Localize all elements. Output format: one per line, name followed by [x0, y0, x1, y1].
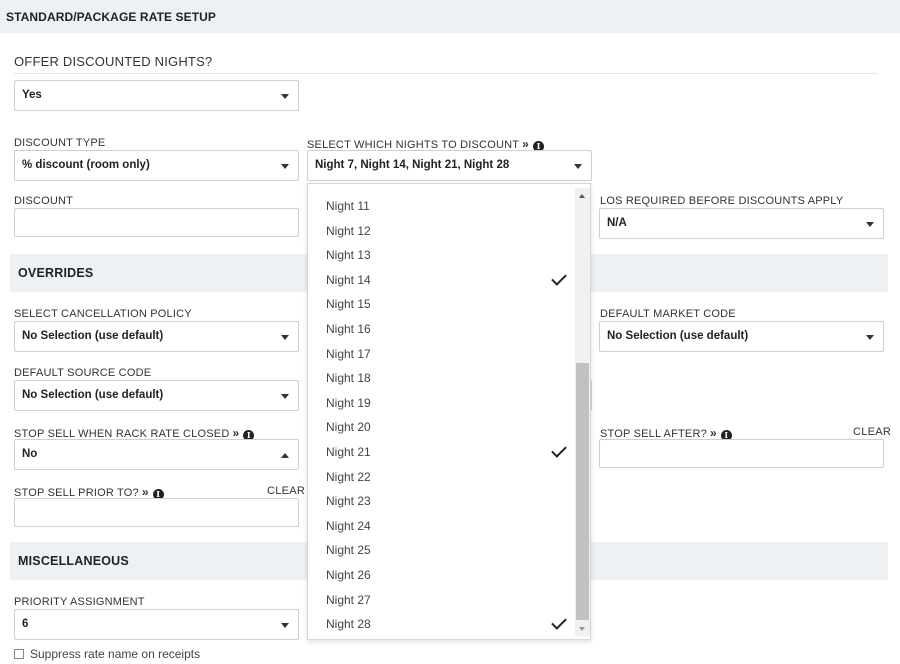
night-option-label: Night 11 [326, 199, 370, 213]
night-option-label: Night 28 [326, 617, 371, 632]
night-option[interactable]: Night 18 [308, 367, 574, 389]
discount-type-label: DISCOUNT TYPE [14, 137, 106, 149]
chevron-up-icon [281, 453, 289, 458]
night-option[interactable]: Night 24 [308, 515, 574, 537]
stop-sell-rack-select[interactable]: No [14, 439, 299, 470]
night-option[interactable]: Night 28 [308, 613, 574, 635]
stop-sell-prior-clear-link[interactable]: CLEAR [267, 485, 305, 497]
double-chevron-icon: » [522, 137, 530, 151]
checkmark-icon [551, 270, 567, 286]
chevron-down-icon [866, 335, 874, 340]
chevron-down-icon [281, 394, 289, 399]
double-chevron-icon: » [141, 485, 149, 499]
night-option[interactable]: Night 15 [308, 293, 574, 315]
priority-assignment-label: PRIORITY ASSIGNMENT [14, 596, 145, 608]
chevron-down-icon [866, 222, 874, 227]
suppress-rate-name-label: Suppress rate name on receipts [30, 647, 201, 661]
stop-sell-after-clear-link[interactable]: CLEAR [853, 426, 891, 438]
night-option-label: Night 15 [326, 297, 371, 312]
suppress-rate-name-checkbox[interactable] [14, 649, 24, 659]
night-option-label: Night 16 [326, 322, 371, 336]
night-option-label: Night 20 [326, 420, 371, 435]
chevron-down-icon [281, 164, 289, 169]
night-option-label: Night 18 [326, 371, 371, 386]
cancellation-policy-select[interactable]: No Selection (use default) [14, 321, 299, 352]
market-code-value: No Selection (use default) [607, 330, 749, 342]
discount-label: DISCOUNT [14, 195, 74, 207]
night-option-label: Night 26 [326, 568, 371, 582]
night-option-label: Night 14 [326, 272, 371, 287]
select-nights-select[interactable]: Night 7, Night 14, Night 21, Night 28 [307, 150, 592, 181]
night-option[interactable]: Night 25 [308, 539, 574, 561]
priority-assignment-value: 6 [22, 618, 29, 630]
scrollbar-thumb[interactable] [576, 363, 589, 620]
night-option[interactable]: Night 14 [308, 269, 574, 291]
source-code-label: DEFAULT SOURCE CODE [14, 367, 152, 379]
chevron-down-icon [281, 335, 289, 340]
night-option[interactable]: Night 16 [308, 318, 574, 340]
night-option-label: Night 17 [326, 346, 371, 361]
source-code-select[interactable]: No Selection (use default) [14, 380, 299, 411]
select-nights-value: Night 7, Night 14, Night 21, Night 28 [315, 159, 510, 171]
night-option[interactable]: Night 22 [308, 466, 574, 488]
page-title: STANDARD/PACKAGE RATE SETUP [6, 10, 217, 24]
double-chevron-icon: » [709, 426, 717, 440]
divider [14, 73, 878, 74]
night-option[interactable]: Night 23 [308, 490, 574, 512]
night-option[interactable]: Night 21 [308, 441, 574, 463]
offer-discounted-nights-value: Yes [22, 89, 42, 101]
checkmark-icon [551, 442, 567, 458]
stop-sell-after-input[interactable] [599, 439, 884, 468]
los-select[interactable]: N/A [599, 208, 884, 239]
miscellaneous-title: MISCELLANEOUS [18, 554, 129, 568]
cancellation-policy-value: No Selection (use default) [22, 330, 164, 342]
stop-sell-rack-value: No [22, 448, 38, 460]
los-value: N/A [607, 217, 627, 229]
night-option-label: Night 27 [326, 592, 371, 607]
double-chevron-icon: » [232, 426, 240, 440]
discount-type-select[interactable]: % discount (room only) [14, 150, 299, 181]
source-code-value: No Selection (use default) [22, 389, 164, 401]
los-label: LOS REQUIRED BEFORE DISCOUNTS APPLY [600, 195, 844, 207]
night-option-label: Night 23 [326, 494, 371, 509]
night-option[interactable]: Night 17 [308, 343, 574, 365]
night-option-label: Night 24 [326, 518, 371, 533]
night-option[interactable]: Night 11 [308, 195, 574, 217]
offer-discounted-nights-select[interactable]: Yes [14, 80, 299, 111]
chevron-down-icon [574, 164, 582, 169]
night-option[interactable]: Night 13 [308, 244, 574, 266]
night-option[interactable]: Night 27 [308, 589, 574, 611]
night-option[interactable]: Night 19 [308, 392, 574, 414]
night-option-label: Night 19 [326, 395, 371, 410]
night-option-label: Night 21 [326, 445, 371, 459]
dropdown-scrollbar[interactable] [575, 188, 590, 636]
scroll-down-arrow-icon[interactable] [579, 627, 585, 631]
checkmark-icon [551, 614, 567, 630]
chevron-down-icon [281, 94, 289, 99]
chevron-down-icon [281, 623, 289, 628]
market-code-select[interactable]: No Selection (use default) [599, 321, 884, 352]
market-code-label: DEFAULT MARKET CODE [600, 308, 736, 320]
night-option[interactable]: Night 20 [308, 416, 574, 438]
discount-input[interactable] [14, 208, 299, 237]
night-option[interactable]: Night 26 [308, 564, 574, 586]
nights-dropdown-list[interactable]: Night 11 Night 12 Night 13 Night 14 Night 15… [307, 183, 591, 640]
night-option[interactable]: Night 12 [308, 220, 574, 242]
overrides-title: OVERRIDES [18, 266, 94, 280]
scroll-up-arrow-icon[interactable] [579, 194, 585, 198]
night-option-label: Night 12 [326, 223, 371, 238]
stop-sell-prior-input[interactable] [14, 498, 299, 527]
night-option-label: Night 25 [326, 543, 371, 558]
priority-assignment-select[interactable]: 6 [14, 609, 299, 640]
page-header: STANDARD/PACKAGE RATE SETUP [0, 0, 900, 33]
cancellation-policy-label: SELECT CANCELLATION POLICY [14, 308, 192, 320]
offer-discounted-nights-label: OFFER DISCOUNTED NIGHTS? [14, 54, 213, 69]
discount-type-value: % discount (room only) [22, 159, 150, 171]
night-option-label: Night 13 [326, 248, 371, 263]
night-option-label: Night 22 [326, 469, 371, 484]
